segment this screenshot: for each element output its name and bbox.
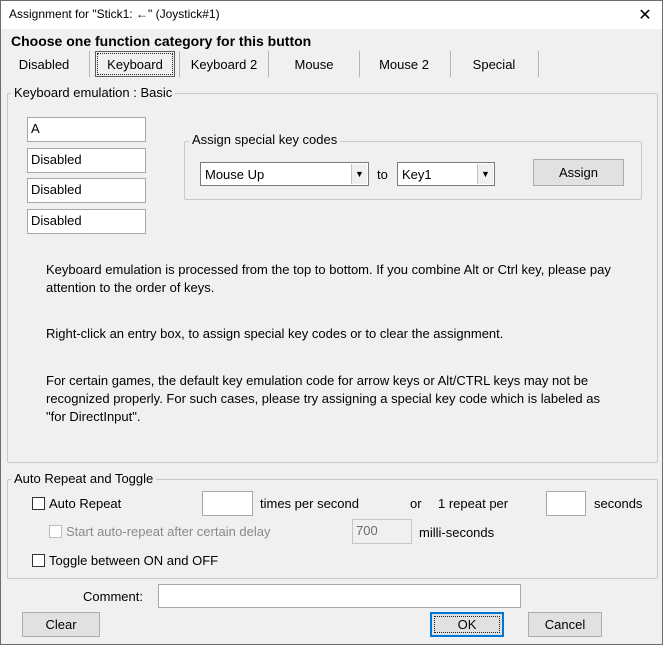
help-text-order: Keyboard emulation is processed from the… (46, 262, 611, 295)
times-per-second-label: times per second (260, 496, 359, 511)
clear-button[interactable]: Clear (22, 612, 100, 637)
special-key-to-select[interactable]: Key1 ▼ (397, 162, 495, 186)
chevron-down-icon: ▼ (351, 164, 367, 184)
one-repeat-per-label: 1 repeat per (438, 496, 509, 511)
auto-repeat-checkbox[interactable] (32, 497, 45, 510)
tab-divider (89, 51, 90, 77)
keyboard-group-label: Keyboard emulation : Basic (11, 85, 176, 100)
key-entry-4[interactable]: Disabled (27, 209, 146, 234)
ok-button[interactable]: OK (430, 612, 504, 637)
delay-milliseconds-input[interactable]: 700 (352, 519, 412, 544)
page-title: Choose one function category for this bu… (11, 33, 312, 49)
special-key-to-value: Key1 (402, 167, 432, 182)
to-label: to (377, 167, 388, 182)
delay-checkbox[interactable] (49, 525, 62, 538)
cancel-button[interactable]: Cancel (528, 612, 602, 637)
or-label: or (410, 496, 422, 511)
auto-repeat-label: Auto Repeat (49, 496, 122, 511)
tab-mouse-2[interactable]: Mouse 2 (363, 51, 445, 77)
special-key-from-select[interactable]: Mouse Up ▼ (200, 162, 369, 186)
comment-input[interactable] (158, 584, 521, 608)
seconds-input[interactable] (546, 491, 586, 516)
tab-divider (268, 51, 269, 77)
times-per-second-input[interactable] (202, 491, 253, 516)
close-icon[interactable]: ✕ (634, 4, 656, 26)
tab-divider (538, 51, 539, 77)
window-title: Assignment for "Stick1: ←" (Joystick#1) (9, 7, 220, 21)
tab-special[interactable]: Special (453, 51, 535, 77)
tab-divider (359, 51, 360, 77)
help-text-directinput: For certain games, the default key emula… (46, 373, 600, 424)
toggle-label: Toggle between ON and OFF (49, 553, 219, 568)
key-entry-1[interactable]: A (27, 117, 146, 142)
key-entry-3[interactable]: Disabled (27, 178, 146, 203)
special-group-label: Assign special key codes (189, 132, 341, 147)
milliseconds-label: milli-seconds (419, 525, 495, 540)
tab-disabled[interactable]: Disabled (11, 51, 77, 77)
tab-keyboard-2[interactable]: Keyboard 2 (183, 51, 265, 77)
assignment-dialog: Assignment for "Stick1: ←" (Joystick#1) … (0, 0, 663, 645)
special-key-from-value: Mouse Up (205, 167, 265, 182)
seconds-label: seconds (594, 496, 643, 511)
tab-mouse[interactable]: Mouse (273, 51, 355, 77)
toggle-checkbox[interactable] (32, 554, 45, 567)
comment-label: Comment: (83, 589, 143, 604)
key-entry-2[interactable]: Disabled (27, 148, 146, 173)
tab-keyboard[interactable]: Keyboard (95, 51, 175, 77)
title-bar: Assignment for "Stick1: ←" (Joystick#1) … (1, 1, 662, 29)
chevron-down-icon: ▼ (477, 164, 493, 184)
assign-button[interactable]: Assign (533, 159, 624, 186)
tab-divider (450, 51, 451, 77)
delay-label: Start auto-repeat after certain delay (66, 524, 271, 539)
help-text-right-click: Right-click an entry box, to assign spec… (46, 326, 504, 341)
auto-repeat-group-label: Auto Repeat and Toggle (11, 471, 157, 486)
tab-divider (179, 51, 180, 77)
